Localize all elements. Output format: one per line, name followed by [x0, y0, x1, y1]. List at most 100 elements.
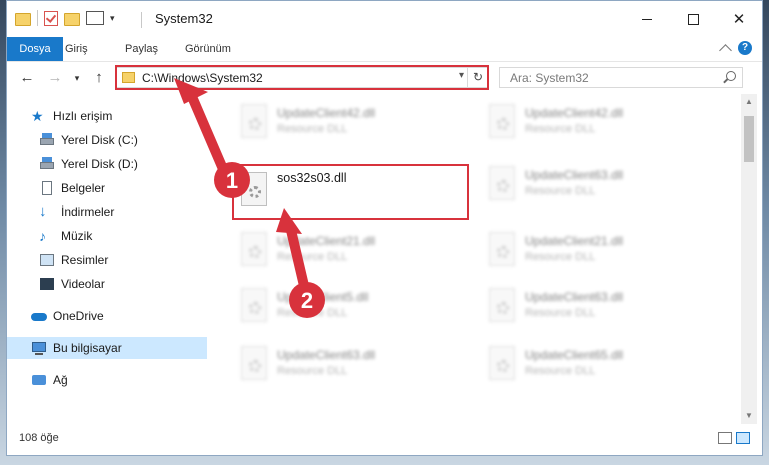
forward-arrow-icon[interactable]: →: [47, 70, 63, 86]
address-bar[interactable]: C:\Windows\System32 ▾ ↻: [115, 67, 489, 88]
vertical-scrollbar[interactable]: ▲ ▼: [741, 94, 757, 424]
file-name: UpdateClient63.dll: [277, 348, 376, 362]
properties-check-icon[interactable]: [44, 10, 58, 26]
music-icon: ♪: [39, 228, 46, 244]
sidebar-item-label: Bu bilgisayar: [53, 341, 122, 355]
cloud-icon: [31, 308, 47, 324]
address-folder-icon: [122, 72, 135, 83]
pictures-icon: [39, 252, 55, 268]
file-type: Resource DLL: [525, 251, 596, 263]
large-icons-view-icon[interactable]: [736, 432, 750, 444]
address-dropdown-icon[interactable]: ▾: [459, 70, 464, 81]
scroll-up-arrow-icon[interactable]: ▲: [741, 94, 757, 110]
folder-icon: [15, 13, 31, 26]
refresh-icon[interactable]: ↻: [467, 68, 488, 87]
sidebar-item-pictures[interactable]: Resimler 📌: [7, 249, 239, 271]
disk-icon: [39, 156, 55, 172]
ribbon-tabs: Dosya Giriş Paylaş Görünüm ?: [7, 37, 762, 62]
dll-file-icon: [485, 166, 519, 206]
dll-file-icon: [237, 172, 271, 212]
file-type: Resource DLL: [525, 185, 596, 197]
sidebar-item-this-pc[interactable]: Bu bilgisayar: [7, 337, 231, 359]
quick-access-toolbar: ▾: [15, 10, 115, 26]
file-tile[interactable]: UpdateClient63.dll Resource DLL: [229, 338, 459, 394]
file-tile-sos32s03[interactable]: sos32s03.dll: [229, 164, 459, 220]
sidebar-item-onedrive[interactable]: OneDrive: [7, 305, 231, 327]
network-icon: [31, 372, 47, 388]
file-name: sos32s03.dll: [277, 171, 347, 185]
search-box[interactable]: Ara: System32: [499, 67, 743, 88]
file-type: Resource DLL: [277, 307, 348, 319]
view-properties-icon[interactable]: [86, 11, 104, 25]
new-folder-icon[interactable]: [64, 13, 80, 26]
video-icon: [39, 276, 55, 292]
file-type: Resource DLL: [525, 123, 596, 135]
file-type: Resource DLL: [525, 307, 596, 319]
file-tile[interactable]: UpdateClient65.dll Resource DLL: [477, 338, 707, 394]
help-icon[interactable]: ?: [738, 41, 752, 55]
file-type: Resource DLL: [277, 123, 348, 135]
sidebar-item-network[interactable]: Ağ: [7, 369, 231, 391]
file-name: UpdateClient65.dll: [525, 348, 624, 362]
maximize-button[interactable]: [670, 1, 716, 37]
sidebar-item-label: OneDrive: [53, 309, 104, 323]
dll-file-icon: [485, 346, 519, 386]
file-tile[interactable]: UpdateClient42.dll Resource DLL: [477, 96, 707, 152]
customize-toolbar-chevron-icon[interactable]: ▾: [110, 13, 115, 24]
file-tile[interactable]: UpdateClient21.dll Resource DLL: [229, 224, 459, 280]
tab-home[interactable]: Giriş: [53, 37, 100, 61]
file-tile[interactable]: UpdateClient5.dll Resource DLL: [229, 280, 459, 336]
file-tile[interactable]: UpdateClient63.dll Resource DLL: [477, 158, 707, 214]
dll-file-icon: [485, 104, 519, 144]
file-tile[interactable]: UpdateClient21.dll Resource DLL: [477, 224, 707, 280]
sidebar-item-label: Hızlı erişim: [53, 109, 113, 123]
sidebar-item-label: İndirmeler: [61, 205, 115, 219]
tab-share[interactable]: Paylaş: [113, 37, 170, 61]
file-name: UpdateClient21.dll: [525, 234, 624, 248]
file-tile[interactable]: UpdateClient63.dll Resource DLL: [477, 280, 707, 336]
minimize-button[interactable]: [624, 1, 670, 37]
sidebar-item-music[interactable]: ♪ Müzik 📌: [7, 225, 239, 247]
download-icon: ↓: [39, 203, 47, 220]
file-list: UpdateClient42.dll Resource DLL sos32s03…: [207, 94, 741, 424]
sidebar-item-label: Resimler: [61, 253, 109, 267]
file-type: Resource DLL: [277, 365, 348, 377]
scroll-down-arrow-icon[interactable]: ▼: [741, 408, 757, 424]
dll-file-icon: [237, 104, 271, 144]
back-arrow-icon[interactable]: ←: [19, 70, 35, 86]
file-name: UpdateClient42.dll: [277, 106, 376, 120]
recent-locations-chevron-icon[interactable]: ▾: [69, 70, 85, 86]
sidebar-item-label: Müzik: [61, 229, 93, 243]
file-explorer-window: ▾ System32 ✕ Dosya Giriş Paylaş Görünüm …: [6, 0, 763, 456]
search-icon[interactable]: [726, 71, 736, 81]
dll-file-icon: [485, 232, 519, 272]
sidebar-item-quick-access[interactable]: ★ Hızlı erişim: [7, 105, 231, 127]
file-type: Resource DLL: [277, 251, 348, 263]
sidebar-item-label: Belgeler: [61, 181, 106, 195]
file-name: UpdateClient63.dll: [525, 168, 624, 182]
scrollbar-thumb[interactable]: [744, 116, 754, 162]
sidebar-item-videos[interactable]: Videolar 📌: [7, 273, 239, 295]
close-button[interactable]: ✕: [716, 1, 762, 37]
sidebar-item-documents[interactable]: Belgeler 📌: [7, 177, 239, 199]
status-bar: 108 öğe: [7, 424, 762, 454]
navigation-pane: ★ Hızlı erişim Yerel Disk (C:) 📌 Yerel D…: [7, 94, 233, 424]
item-count: 108 öğe: [19, 432, 59, 444]
title-divider: [141, 12, 142, 28]
up-arrow-icon[interactable]: ↑: [91, 70, 107, 86]
search-placeholder: Ara: System32: [510, 71, 589, 85]
view-mode-toggles: [718, 432, 750, 444]
tab-view[interactable]: Görünüm: [173, 37, 243, 61]
address-path[interactable]: C:\Windows\System32: [142, 71, 263, 85]
file-name: UpdateClient5.dll: [277, 290, 369, 304]
expand-ribbon-chevron-icon[interactable]: [719, 43, 732, 57]
file-tile[interactable]: UpdateClient42.dll Resource DLL: [229, 96, 459, 152]
dll-file-icon: [485, 288, 519, 328]
sidebar-item-label: Yerel Disk (D:): [61, 157, 138, 171]
details-view-icon[interactable]: [718, 432, 732, 444]
star-icon: ★: [31, 108, 44, 124]
sidebar-item-disk-d[interactable]: Yerel Disk (D:) 📌: [7, 153, 239, 175]
sidebar-item-disk-c[interactable]: Yerel Disk (C:) 📌: [7, 129, 239, 151]
file-name: UpdateClient63.dll: [525, 290, 624, 304]
sidebar-item-downloads[interactable]: ↓ İndirmeler 📌: [7, 201, 239, 223]
